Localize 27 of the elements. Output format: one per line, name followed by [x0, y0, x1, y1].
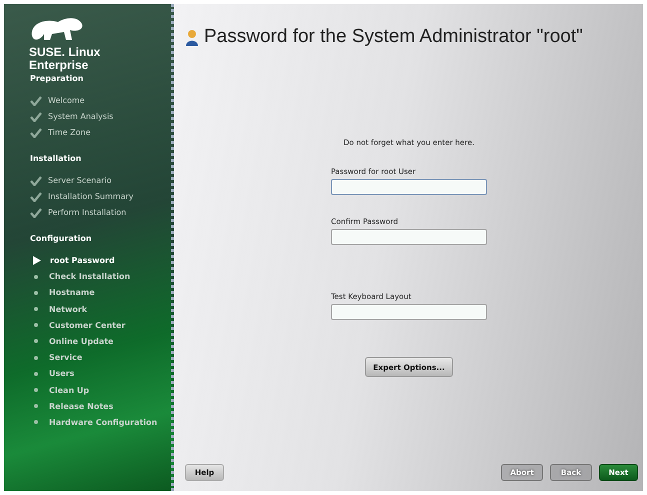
section-heading: Preparation: [30, 74, 84, 83]
step-label: root Password: [50, 256, 115, 265]
step-label: Clean Up: [49, 386, 90, 394]
step-label: Service: [49, 353, 82, 362]
step-label: Release Notes: [49, 402, 114, 411]
input-field[interactable]: [331, 229, 487, 245]
brand-name: SUSE. Linux: [29, 46, 102, 59]
page-title: Password for the System Administrator "root": [204, 26, 583, 48]
step-label: Installation Summary: [48, 192, 134, 201]
brand-name: Enterprise: [29, 59, 90, 72]
step-label: Customer Center: [49, 320, 126, 330]
step-label: Server Scenario: [48, 176, 112, 185]
step-label: System Analysis: [48, 112, 114, 121]
step-label: Hostname: [49, 288, 95, 298]
input-field[interactable]: [331, 304, 487, 320]
section-heading: Installation: [30, 154, 82, 163]
step-label: Online Update: [49, 336, 114, 346]
step-label: Check Installation: [49, 272, 130, 282]
step-label: Perform Installation: [48, 208, 126, 217]
step-label: Network: [49, 304, 88, 314]
input-field[interactable]: [331, 179, 487, 195]
step-label: Welcome: [48, 96, 85, 105]
section-heading: Configuration: [30, 234, 93, 243]
step-label: Time Zone: [48, 128, 90, 137]
user-icon: [186, 28, 198, 46]
step-label: Hardware Configuration: [49, 418, 158, 427]
step-label: Users: [49, 369, 74, 378]
